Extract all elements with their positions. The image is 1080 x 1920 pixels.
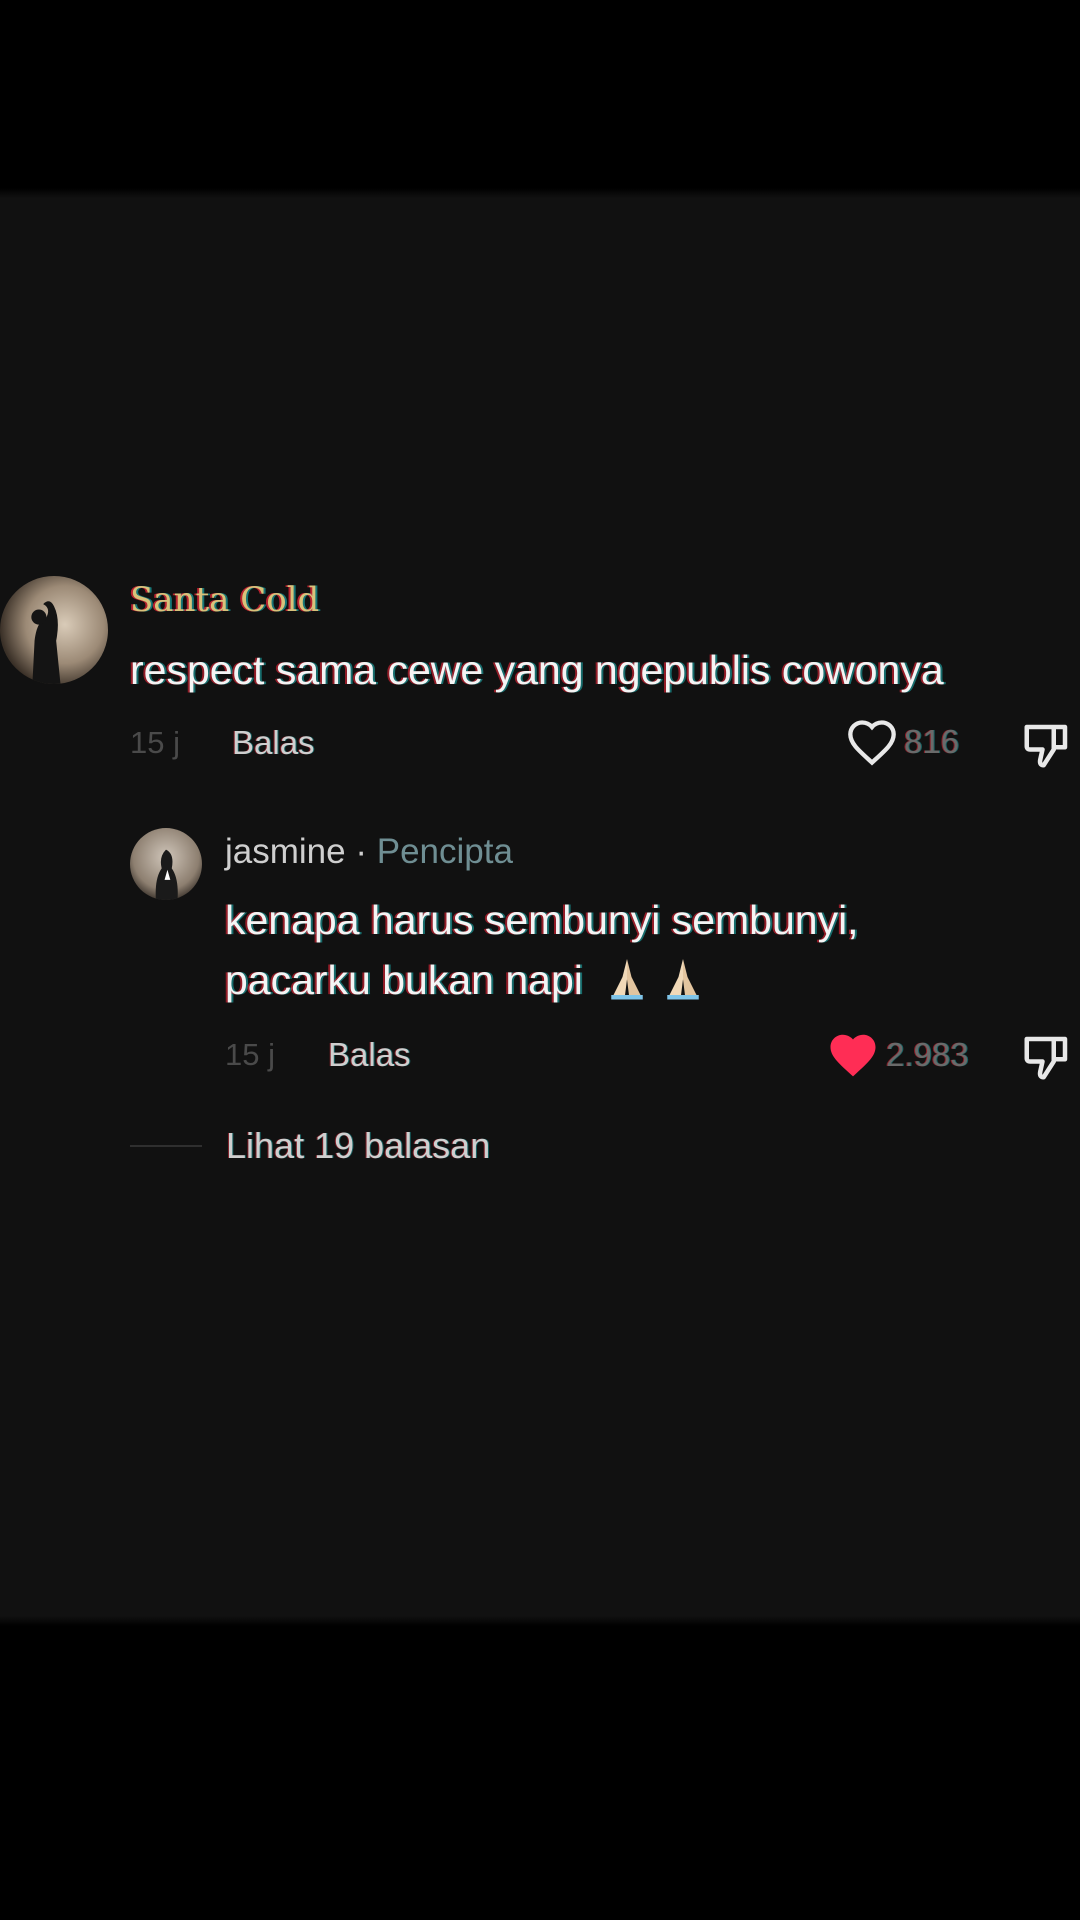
separator-dot: · — [345, 832, 377, 871]
heart-filled-icon — [830, 1034, 876, 1077]
dislike-icon[interactable] — [1020, 718, 1074, 772]
reply-text-line-2-text: pacarku bukan napi — [225, 957, 583, 1003]
like-button[interactable]: 816 — [846, 718, 959, 766]
letterbox-top — [0, 0, 1080, 188]
creator-badge: Pencipta — [376, 832, 513, 871]
like-count: 816 — [904, 723, 960, 760]
reply-dislike-icon[interactable] — [1020, 1030, 1074, 1084]
reply-text-line-1: kenapa harus sembunyi sembunyi, — [225, 897, 859, 943]
folded-hands-emoji — [667, 959, 700, 1000]
comment-text: respect sama cewe yang ngepublis cowonya — [130, 647, 944, 693]
view-replies-label: Lihat 19 balasan — [226, 1125, 491, 1166]
view-replies-divider — [130, 1145, 202, 1147]
reply-username-line: jasmine · Pencipta — [225, 832, 513, 872]
reply-like-count: 2.983 — [886, 1036, 969, 1073]
comment-timestamp: 15 j — [130, 725, 180, 760]
reply-like-button[interactable]: 2.983 — [826, 1030, 969, 1080]
reply-reply-button[interactable]: Balas — [328, 1036, 411, 1074]
letterbox-bottom — [0, 1626, 1080, 1920]
reply-text-line-2: pacarku bukan napi — [225, 950, 710, 1010]
heart-outline-icon — [848, 720, 896, 766]
view-replies-button[interactable]: Lihat 19 balasan — [130, 1125, 490, 1167]
reply-timestamp: 15 j — [225, 1037, 275, 1072]
reply-button[interactable]: Balas — [232, 724, 315, 762]
folded-hands-emoji — [611, 959, 644, 1000]
creator-avatar[interactable] — [130, 828, 202, 900]
creator-username[interactable]: jasmine — [225, 832, 346, 871]
commenter-username[interactable]: Santa Cold — [130, 580, 319, 620]
commenter-avatar[interactable] — [0, 576, 108, 684]
